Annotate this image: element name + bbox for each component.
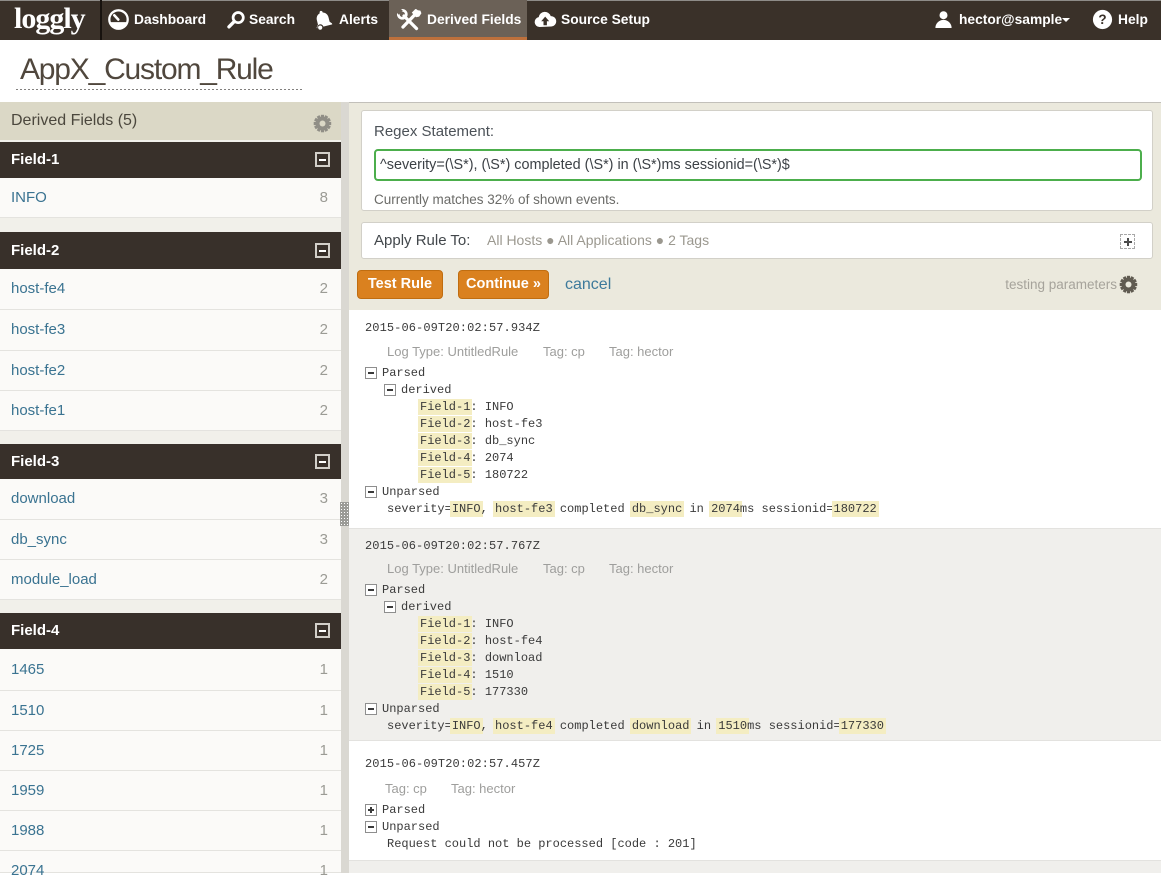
svg-text:?: ?: [1098, 12, 1106, 27]
